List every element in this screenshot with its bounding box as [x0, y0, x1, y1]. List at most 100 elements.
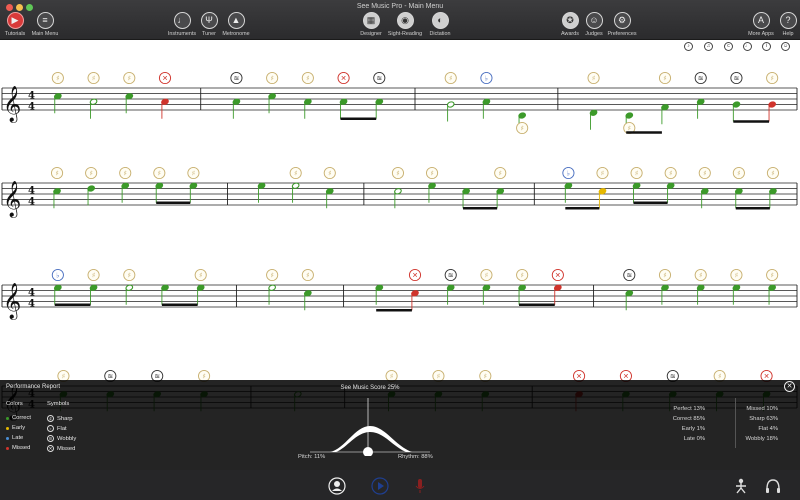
- dot-icon: [6, 416, 9, 420]
- missed-marker-glyph: ✕: [555, 271, 561, 279]
- legend-correct: Correct: [6, 415, 31, 421]
- time-signature-top: 4: [28, 91, 35, 102]
- timing-curve: [310, 398, 430, 456]
- treble-clef: 𝄞: [3, 181, 21, 218]
- legend-flat: ♭ Flat: [47, 425, 67, 432]
- sharp-marker-glyph: ♯: [92, 74, 95, 82]
- sharp-marker-glyph: ♯: [485, 271, 488, 279]
- stat-flat: Flat 4%: [758, 426, 778, 432]
- missed-marker-glyph: ✕: [341, 74, 347, 82]
- sharp-marker-glyph: ♯: [270, 74, 273, 82]
- score-summary: See Music Score 25%: [340, 385, 400, 391]
- wobbly-marker-glyph: ≋: [626, 271, 632, 279]
- sharp-marker-glyph: ♯: [499, 169, 502, 177]
- sharp-marker-glyph: ♯: [669, 169, 672, 177]
- legend-wobbly: ≋ Wobbly: [47, 435, 77, 442]
- missed-marker-glyph: ✕: [412, 271, 418, 279]
- pitch-label: Pitch: 11%: [298, 454, 326, 460]
- sharp-marker-glyph: ♯: [520, 124, 523, 132]
- sharp-marker-glyph: ♯: [635, 169, 638, 177]
- colors-heading: Colors: [6, 401, 23, 407]
- sharp-marker-glyph: ♯: [55, 169, 58, 177]
- sharp-marker-glyph: ♯: [628, 124, 631, 132]
- sharp-marker-glyph: ♯: [128, 271, 131, 279]
- wobbly-marker-glyph: ≋: [733, 74, 739, 82]
- sharp-marker-glyph: ♯: [771, 169, 774, 177]
- dot-icon: [6, 426, 9, 430]
- treble-clef: 𝄞: [3, 86, 21, 123]
- microphone-icon[interactable]: [411, 477, 429, 495]
- sharp-marker-glyph: ♯: [449, 74, 452, 82]
- sharp-marker-glyph: ♯: [92, 271, 95, 279]
- wobbly-marker-glyph: ≋: [698, 74, 704, 82]
- sharp-marker-glyph: ♯: [306, 271, 309, 279]
- dot-icon: [6, 446, 9, 450]
- curve-marker: [363, 447, 373, 456]
- stat-correct: Correct 85%: [672, 416, 705, 422]
- symbols-heading: Symbols: [47, 401, 70, 407]
- sharp-marker-glyph: ♯: [89, 169, 92, 177]
- wobbly-marker-glyph: ≋: [233, 74, 239, 82]
- sharp-marker-glyph: ♯: [270, 271, 273, 279]
- flat-marker-glyph: ♭: [485, 74, 488, 82]
- close-icon[interactable]: ✕: [784, 381, 795, 392]
- sharp-marker-glyph: ♯: [770, 271, 773, 279]
- sharp-marker-glyph: ♯: [699, 271, 702, 279]
- sharp-marker-glyph: ♯: [430, 169, 433, 177]
- legend-early: Early: [6, 425, 25, 431]
- wobbly-marker-glyph: ≋: [448, 271, 454, 279]
- sharp-marker-glyph: ♯: [592, 74, 595, 82]
- sharp-marker-glyph: ♯: [124, 169, 127, 177]
- stat-missed: Missed 10%: [746, 406, 778, 412]
- sharp-marker-glyph: ♯: [663, 74, 666, 82]
- sharp-marker-glyph: ♯: [520, 271, 523, 279]
- stat-early: Early 1%: [681, 426, 705, 432]
- rhythm-label: Rhythm: 88%: [398, 454, 433, 460]
- sharp-marker-glyph: ♯: [396, 169, 399, 177]
- headphones-icon[interactable]: [764, 477, 782, 495]
- legend-late: Late: [6, 435, 23, 441]
- flat-marker-glyph: ♭: [567, 169, 570, 177]
- sharp-marker-glyph: ♯: [601, 169, 604, 177]
- panel-title: Performance Report: [6, 384, 61, 390]
- stat-late: Late 0%: [683, 436, 705, 442]
- sharp-marker-glyph: ♯: [128, 74, 131, 82]
- stat-perfect: Perfect 13%: [673, 406, 705, 412]
- play-icon[interactable]: [371, 477, 389, 495]
- sharp-marker-glyph: ♯: [663, 271, 666, 279]
- sharp-marker-glyph: ♯: [703, 169, 706, 177]
- sharp-marker-glyph: ♯: [294, 169, 297, 177]
- performance-panel: Performance Report See Music Score 25% ✕…: [0, 380, 800, 470]
- dot-icon: [6, 436, 9, 440]
- missed-marker-glyph: ✕: [162, 74, 168, 82]
- sharp-marker-glyph: ♯: [56, 74, 59, 82]
- time-signature-top: 4: [28, 288, 35, 299]
- sharp-marker-glyph: ♯: [192, 169, 195, 177]
- figure-icon[interactable]: [732, 477, 750, 495]
- sharp-marker-glyph: ♯: [737, 169, 740, 177]
- time-signature-bottom: 4: [28, 102, 35, 113]
- time-signature-bottom: 4: [28, 197, 35, 208]
- sharp-marker-glyph: ♯: [735, 271, 738, 279]
- sharp-marker-glyph: ♯: [306, 74, 309, 82]
- bottom-bar: [0, 470, 800, 500]
- flat-icon: ♭: [47, 425, 54, 432]
- time-signature-bottom: 4: [28, 299, 35, 310]
- flat-marker-glyph: ♭: [56, 271, 59, 279]
- wobbly-icon: ≋: [47, 435, 54, 442]
- stat-sharp: Sharp 63%: [749, 416, 778, 422]
- time-signature-top: 4: [28, 186, 35, 197]
- legend-sharp: ♯ Sharp: [47, 415, 72, 422]
- app-window: See Music Pro - Main Menu ▶ Tutorials ≡ …: [0, 0, 800, 500]
- sharp-marker-glyph: ♯: [158, 169, 161, 177]
- sharp-marker-glyph: ♯: [770, 74, 773, 82]
- legend-missed-symbol: ✕ Missed: [47, 445, 76, 452]
- legend-missed: Missed: [6, 445, 30, 451]
- singer-icon[interactable]: [328, 477, 346, 495]
- sharp-marker-glyph: ♯: [199, 271, 202, 279]
- stat-wobbly: Wobbly 18%: [745, 436, 778, 442]
- sharp-marker-glyph: ♯: [328, 169, 331, 177]
- missed-icon: ✕: [47, 445, 54, 452]
- sharp-icon: ♯: [47, 415, 54, 422]
- treble-clef: 𝄞: [3, 283, 21, 320]
